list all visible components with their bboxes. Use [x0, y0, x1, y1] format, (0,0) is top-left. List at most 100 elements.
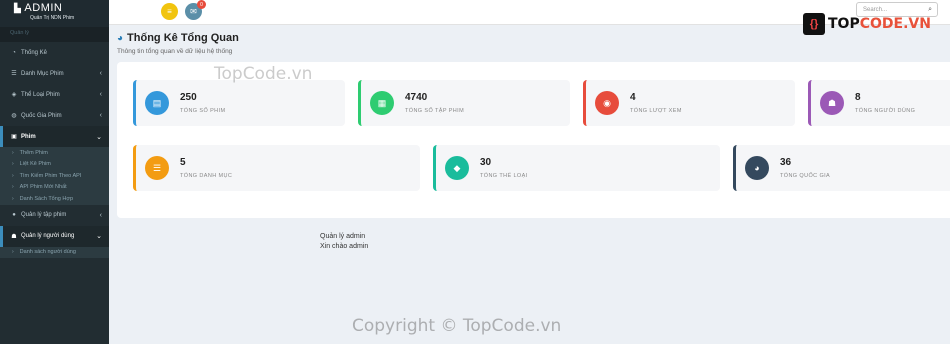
- sidebar: ▙ ADMIN Quản Trị NDN Phim Quản lý ◔ Thống…: [0, 0, 109, 344]
- stat-value: 36: [780, 157, 792, 168]
- stat-value: 8: [855, 92, 861, 103]
- stat-label: Tổng lượt xem: [630, 108, 682, 114]
- chevron-down-icon: ⌄: [96, 133, 102, 141]
- sidebar-item-quan-ly-nguoi-dung[interactable]: ☗ Quản lý người dùng ⌄: [0, 225, 109, 247]
- submenu-item-liet-ke-phim[interactable]: › Liệt Kê Phim: [0, 159, 109, 171]
- stat-label: Tổng quốc gia: [780, 173, 831, 179]
- stat-value: 4: [630, 92, 636, 103]
- watermark-mid: TopCode.vn: [214, 64, 313, 84]
- sidebar-item-the-loai-phim[interactable]: ◈ Thể Loại Phim ‹: [0, 84, 109, 105]
- stat-card-total-episodes[interactable]: ▦ 4740 Tổng số tập phim: [358, 80, 570, 126]
- submenu-item-tim-kiem-api[interactable]: › Tìm Kiếm Phim Theo API: [0, 170, 109, 182]
- stat-card-total-users[interactable]: ☗ 8 Tổng người dùng: [808, 80, 950, 126]
- sidebar-item-label: Quản lý tập phim: [21, 212, 67, 218]
- notification-badge: 0: [197, 0, 206, 9]
- page-title: ◕ Thống Kê Tổng Quan: [117, 32, 239, 44]
- stat-card-total-films[interactable]: ▤ 250 Tổng số phim: [133, 80, 345, 126]
- play-circle-icon: ●: [12, 212, 16, 218]
- sidebar-item-label: Quốc Gia Phim: [21, 112, 62, 119]
- chevron-left-icon: ‹: [99, 91, 102, 98]
- episodes-icon: ▦: [370, 91, 394, 115]
- chevron-right-icon: ›: [12, 161, 14, 168]
- submenu-item-label: Liệt Kê Phim: [19, 161, 51, 168]
- stats-panel: ▤ 250 Tổng số phim ▦ 4740 Tổng số tập phim…: [117, 62, 950, 218]
- sidebar-section-header: Quản lý: [0, 27, 109, 42]
- users-icon: ☗: [11, 233, 17, 240]
- list-icon: ☰: [11, 71, 17, 77]
- submenu-item-label: Danh Sách Tổng Hợp: [19, 195, 74, 202]
- sidebar-item-quan-ly-tap-phim[interactable]: ● Quản lý tập phim ‹: [0, 205, 109, 226]
- film-icon: ▤: [145, 91, 169, 115]
- chevron-right-icon: ›: [12, 172, 14, 179]
- sidebar-item-label: Phim: [21, 133, 36, 140]
- page-subtitle: Thông tin tổng quan về dữ liệu hệ thống: [117, 48, 233, 55]
- chevron-right-icon: ›: [12, 149, 14, 156]
- brand-subtitle: Quản Trị NDN Phim: [30, 15, 75, 21]
- chevron-right-icon: ›: [12, 249, 14, 256]
- footer-line-greeting: Xin chào admin: [320, 243, 369, 250]
- notifications-button[interactable]: ✉ 0: [185, 0, 206, 20]
- users-icon: ☗: [820, 91, 844, 115]
- stat-value: 4740: [405, 92, 428, 103]
- brand[interactable]: ▙ ADMIN Quản Trị NDN Phim: [0, 0, 109, 27]
- tachometer-icon: ◕: [117, 32, 124, 44]
- bars-icon: ≡: [167, 7, 172, 16]
- chevron-left-icon: ‹: [99, 112, 102, 119]
- globe-icon: ◕: [745, 156, 769, 180]
- logo-text: TOPCODE.VN: [828, 16, 931, 32]
- chart-icon: ▙: [14, 2, 22, 13]
- stat-card-total-genres[interactable]: ◆ 30 Tổng thể loại: [433, 145, 720, 191]
- envelope-icon: ✉: [190, 7, 197, 16]
- dashboard-icon: ◔: [12, 49, 16, 56]
- submenu-item-label: Tìm Kiếm Phim Theo API: [19, 172, 82, 179]
- stat-value: 5: [180, 157, 186, 168]
- globe-icon: ◍: [11, 113, 17, 119]
- stat-card-total-categories[interactable]: ☰ 5 Tổng danh mục: [133, 145, 420, 191]
- stat-card-total-views[interactable]: ◉ 4 Tổng lượt xem: [583, 80, 795, 126]
- stat-label: Tổng người dùng: [855, 108, 916, 114]
- film-icon: ▣: [11, 134, 17, 140]
- tags-icon: ◈: [11, 92, 17, 98]
- logo-mark-icon: {}: [803, 13, 825, 35]
- stat-label: Tổng danh mục: [180, 173, 233, 179]
- submenu-item-label: API Phim Mới Nhất: [19, 184, 67, 191]
- submenu-item-danh-sach-tong-hop[interactable]: › Danh Sách Tổng Hợp: [0, 193, 109, 205]
- submenu-item-danh-sach-nguoi-dung[interactable]: › Danh sách người dùng: [0, 247, 109, 259]
- sidebar-item-label: Thể Loại Phim: [21, 91, 60, 98]
- watermark-bottom: Copyright © TopCode.vn: [352, 316, 562, 336]
- chevron-right-icon: ›: [12, 184, 14, 191]
- menu-toggle-button[interactable]: ≡: [161, 3, 178, 20]
- sidebar-item-phim[interactable]: ▣ Phim ⌄: [0, 126, 109, 147]
- submenu-item-api-moi-nhat[interactable]: › API Phim Mới Nhất: [0, 182, 109, 194]
- sidebar-item-thong-ke[interactable]: ◔ Thống Kê: [0, 42, 109, 63]
- users-submenu: › Danh sách người dùng: [0, 246, 109, 259]
- eye-icon: ◉: [595, 91, 619, 115]
- stat-value: 30: [480, 157, 492, 168]
- page-title-text: Thống Kê Tổng Quan: [127, 32, 239, 44]
- stat-label: Tổng số phim: [180, 108, 226, 114]
- sidebar-item-danh-muc-phim[interactable]: ☰ Danh Mục Phim ‹: [0, 63, 109, 84]
- submenu-item-them-phim[interactable]: › Thêm Phim: [0, 147, 109, 159]
- stat-label: Tổng số tập phim: [405, 108, 465, 114]
- logo-text-left: TOP: [828, 16, 860, 32]
- stat-label: Tổng thể loại: [480, 173, 528, 179]
- film-submenu: › Thêm Phim › Liệt Kê Phim › Tìm Kiếm Phim …: [0, 147, 109, 205]
- footer-info: Quản lý admin Xin chào admin: [320, 232, 368, 252]
- submenu-item-label: Danh sách người dùng: [19, 249, 76, 256]
- topcode-logo: {} TOPCODE.VN: [803, 13, 931, 35]
- chevron-left-icon: ‹: [99, 70, 102, 77]
- sidebar-item-label: Quản lý người dùng: [21, 233, 75, 239]
- tag-icon: ◆: [445, 156, 469, 180]
- category-icon: ☰: [145, 156, 169, 180]
- chevron-left-icon: ‹: [99, 211, 102, 219]
- sidebar-item-quoc-gia-phim[interactable]: ◍ Quốc Gia Phim ‹: [0, 105, 109, 126]
- logo-text-right: CODE.VN: [859, 16, 931, 32]
- footer-line-admin: Quản lý admin: [320, 233, 366, 240]
- sidebar-item-label: Thống Kê: [21, 49, 48, 56]
- chevron-right-icon: ›: [12, 195, 14, 202]
- sidebar-item-label: Danh Mục Phim: [21, 70, 64, 77]
- stat-value: 250: [180, 92, 197, 103]
- stat-card-total-countries[interactable]: ◕ 36 Tổng quốc gia: [733, 145, 950, 191]
- submenu-item-label: Thêm Phim: [19, 149, 48, 156]
- brand-title: ADMIN: [24, 2, 63, 14]
